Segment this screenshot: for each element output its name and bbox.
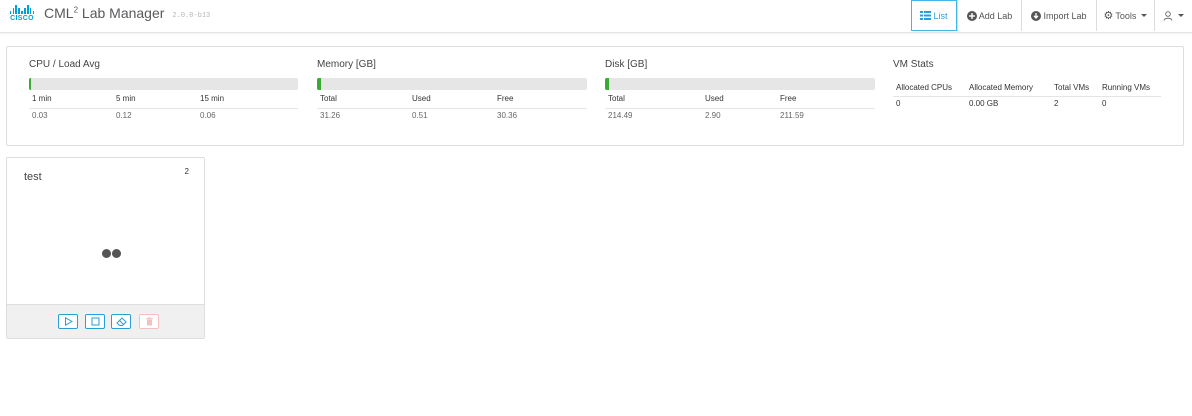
- add-lab-button[interactable]: Add Lab: [957, 0, 1021, 31]
- cpu-table-row: 0.03 0.12 0.06: [29, 111, 298, 125]
- list-label: List: [933, 10, 948, 21]
- tools-label: Tools: [1115, 10, 1137, 21]
- disk-table-row: 214.49 2.90 211.59: [605, 111, 875, 125]
- value-allocated-cpus: 0: [896, 99, 901, 108]
- nav-actions: List Add Lab Import Lab ⚙ Tools: [911, 0, 1192, 32]
- value-total: 214.49: [608, 111, 633, 120]
- header-allocated-cpus: Allocated CPUs: [896, 83, 953, 92]
- lab-card-actions: [7, 304, 204, 338]
- header-free: Free: [780, 94, 797, 103]
- lab-title[interactable]: test: [24, 171, 42, 183]
- import-lab-button[interactable]: Import Lab: [1021, 0, 1096, 31]
- memory-usage-bar: [317, 78, 587, 90]
- memory-table-header: Total Used Free: [317, 94, 587, 109]
- import-icon: [1031, 10, 1042, 21]
- cisco-logo: CISCO: [7, 5, 37, 23]
- app-title: CML2 Lab Manager: [44, 5, 165, 21]
- value-15min: 0.06: [200, 111, 216, 120]
- user-icon: [1163, 10, 1173, 21]
- cpu-title: CPU / Load Avg: [29, 59, 100, 70]
- tools-menu-button[interactable]: ⚙ Tools: [1096, 0, 1154, 31]
- memory-usage-fill: [317, 78, 322, 90]
- plus-circle-icon: [966, 10, 977, 21]
- play-icon: [64, 317, 73, 326]
- header-free: Free: [497, 94, 514, 103]
- header-5min: 5 min: [116, 94, 136, 103]
- cpu-stats: CPU / Load Avg 1 min 5 min 15 min 0.03 0…: [29, 59, 298, 120]
- stop-lab-button[interactable]: [85, 314, 105, 329]
- node-count-badge: 2: [184, 167, 189, 176]
- chevron-down-icon: [1178, 14, 1184, 17]
- value-5min: 0.12: [116, 111, 132, 120]
- lab-card[interactable]: test 2: [6, 157, 205, 339]
- disk-usage-fill: [605, 78, 609, 90]
- top-navbar: CISCO CML2 Lab Manager 2.0.0-b13 List Ad…: [0, 0, 1192, 33]
- list-icon: [920, 11, 932, 20]
- user-menu-button[interactable]: [1154, 0, 1192, 31]
- value-total-vms: 2: [1054, 99, 1059, 108]
- value-running-vms: 0: [1102, 99, 1107, 108]
- start-lab-button[interactable]: [58, 314, 78, 329]
- node-dot: [102, 249, 111, 258]
- vm-stats: VM Stats Allocated CPUs Allocated Memory…: [893, 59, 1161, 108]
- disk-title: Disk [GB]: [605, 59, 648, 70]
- wipe-lab-button[interactable]: [111, 314, 131, 329]
- vm-table-header: Allocated CPUs Allocated Memory Total VM…: [893, 80, 1161, 97]
- import-lab-label: Import Lab: [1043, 10, 1087, 21]
- disk-stats: Disk [GB] Total Used Free 214.49 2.90 21…: [605, 59, 875, 120]
- header-total: Total: [608, 94, 625, 103]
- value-free: 211.59: [780, 111, 804, 120]
- list-view-button[interactable]: List: [911, 0, 957, 31]
- memory-table-row: 31.26 0.51 30.36: [317, 111, 587, 125]
- value-free: 30.36: [497, 111, 518, 120]
- system-stats-panel: CPU / Load Avg 1 min 5 min 15 min 0.03 0…: [6, 46, 1184, 146]
- version-label: 2.0.0-b13: [172, 11, 211, 20]
- memory-title: Memory [GB]: [317, 59, 376, 70]
- value-1min: 0.03: [32, 111, 48, 120]
- value-allocated-memory: 0.00 GB: [969, 99, 999, 108]
- disk-table-header: Total Used Free: [605, 94, 875, 109]
- value-total: 31.26: [320, 111, 341, 120]
- header-used: Used: [412, 94, 431, 103]
- header-total-vms: Total VMs: [1054, 83, 1090, 92]
- header-allocated-memory: Allocated Memory: [969, 83, 1034, 92]
- stop-icon: [91, 317, 99, 326]
- chevron-down-icon: [1141, 14, 1148, 17]
- value-used: 0.51: [412, 111, 428, 120]
- trash-icon: [145, 317, 153, 326]
- header-used: Used: [705, 94, 724, 103]
- topology-preview: [102, 249, 121, 258]
- cisco-bars-icon: [9, 5, 35, 14]
- cpu-table-header: 1 min 5 min 15 min: [29, 94, 298, 109]
- eraser-icon: [115, 317, 127, 326]
- brand[interactable]: CISCO CML2 Lab Manager 2.0.0-b13: [7, 5, 210, 23]
- cisco-wordmark: CISCO: [10, 15, 34, 22]
- header-total: Total: [320, 94, 337, 103]
- memory-stats: Memory [GB] Total Used Free 31.26 0.51 3…: [317, 59, 587, 120]
- gear-icon: ⚙: [1103, 9, 1114, 22]
- delete-lab-button[interactable]: [139, 314, 159, 329]
- header-15min: 15 min: [200, 94, 225, 103]
- header-running-vms: Running VMs: [1102, 83, 1151, 92]
- cpu-usage-fill: [29, 78, 31, 90]
- node-dot: [112, 249, 121, 258]
- vm-stats-title: VM Stats: [893, 59, 934, 70]
- header-1min: 1 min: [32, 94, 52, 103]
- disk-usage-bar: [605, 78, 875, 90]
- cpu-usage-bar: [29, 78, 298, 90]
- add-lab-label: Add Lab: [978, 10, 1013, 21]
- value-used: 2.90: [705, 111, 721, 120]
- vm-table-row: 0 0.00 GB 2 0: [893, 99, 1161, 113]
